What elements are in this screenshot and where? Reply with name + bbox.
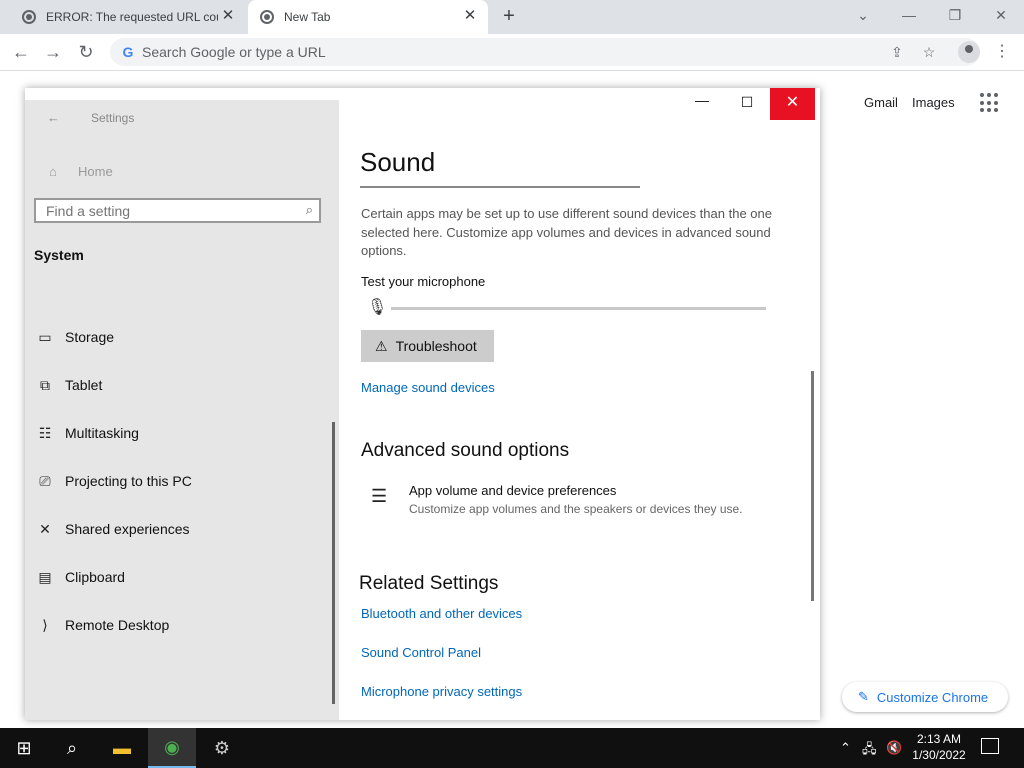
search-icon: ⌕ (305, 202, 313, 217)
gmail-link[interactable]: Gmail (864, 95, 898, 110)
restore-button[interactable]: ❐ (942, 4, 968, 26)
troubleshoot-label: Troubleshoot (395, 338, 477, 354)
sidebar-item-label: Clipboard (65, 569, 125, 585)
advanced-heading: Advanced sound options (361, 440, 570, 461)
manage-sound-devices-link[interactable]: Manage sound devices (361, 380, 495, 395)
chevron-down-icon[interactable]: ⌄ (850, 4, 876, 26)
tab-title: ERROR: The requested URL could (46, 10, 218, 24)
globe-icon (22, 10, 36, 24)
customize-chrome-button[interactable]: ✎ Customize Chrome (842, 682, 1008, 712)
sidebar-item-tablet[interactable]: ⧉ Tablet (34, 373, 102, 397)
close-icon[interactable]: ✕ (220, 8, 236, 24)
notification-icon[interactable] (981, 738, 999, 754)
warning-icon: ⚠ (375, 337, 388, 354)
projecting-icon: ⎚ (39, 472, 51, 489)
volume-muted-icon[interactable]: 🔇 (886, 740, 902, 756)
sidebar-item-label: Remote Desktop (65, 617, 170, 633)
omnibox[interactable]: G Search Google or type a URL ⇪ ☆ (110, 38, 980, 66)
settings-window-title: Settings (91, 111, 135, 125)
chevron-up-icon[interactable]: ⌃ (840, 740, 851, 756)
google-icon: G (122, 44, 134, 60)
sidebar-item-storage[interactable]: ▭ Storage (34, 325, 114, 349)
sidebar-item-label: Shared experiences (65, 521, 190, 537)
customize-label: Customize Chrome (876, 689, 989, 705)
omnibox-placeholder: Search Google or type a URL (142, 44, 326, 60)
settings-window: ← Settings ⌂ Home ⌕ System ▭ Storage ⧉ T… (25, 88, 820, 720)
system-clock[interactable]: 2:13 AM 1/30/2022 (903, 731, 975, 763)
page-title: Sound (360, 147, 436, 177)
app-volume-description: Customize app volumes and the speakers o… (409, 502, 743, 516)
section-heading: System (34, 247, 84, 263)
tablet-icon: ⧉ (40, 376, 50, 393)
star-icon[interactable]: ☆ (920, 43, 938, 61)
profile-avatar[interactable] (958, 41, 980, 63)
new-tab-button[interactable]: + (498, 5, 520, 27)
settings-sidebar: ← Settings ⌂ Home ⌕ System ▭ Storage ⧉ T… (25, 100, 339, 720)
microphone-privacy-link[interactable]: Microphone privacy settings (361, 684, 522, 699)
settings-gear-icon[interactable]: ⚙ (198, 728, 246, 768)
file-explorer-icon[interactable]: ▬ (98, 728, 146, 768)
back-button[interactable]: ← (10, 41, 32, 63)
clock-date: 1/30/2022 (912, 748, 966, 762)
related-heading: Related Settings (359, 573, 499, 594)
troubleshoot-button[interactable]: ⚠ Troubleshoot (361, 330, 494, 362)
window-close-button[interactable]: ✕ (988, 4, 1014, 26)
pencil-icon: ✎ (858, 689, 869, 704)
sidebar-item-shared-experiences[interactable]: ✕ Shared experiences (34, 517, 190, 541)
find-setting-input[interactable] (36, 200, 276, 221)
sidebar-item-label: Projecting to this PC (65, 473, 192, 489)
tab-new-tab[interactable]: New Tab ✕ (248, 0, 488, 34)
mixer-icon[interactable]: ☰ (371, 486, 387, 507)
sidebar-scrollbar[interactable] (332, 422, 335, 704)
images-link[interactable]: Images (912, 95, 955, 110)
sidebar-item-clipboard[interactable]: ▤ Clipboard (34, 565, 125, 589)
reload-button[interactable]: ↻ (75, 41, 97, 63)
sidebar-item-label: Multitasking (65, 425, 139, 441)
remote-desktop-icon: ⟩ (42, 616, 48, 633)
tab-strip: ERROR: The requested URL could ✕ New Tab… (0, 0, 1024, 34)
close-icon[interactable]: ✕ (462, 8, 478, 24)
windows-start-icon[interactable]: ⊞ (0, 728, 48, 768)
tab-error[interactable]: ERROR: The requested URL could ✕ (10, 0, 246, 34)
content-scrollbar[interactable] (811, 371, 814, 601)
network-icon[interactable]: 🖧 (862, 740, 877, 762)
find-setting-field[interactable]: ⌕ (34, 198, 321, 223)
home-link[interactable]: Home (78, 164, 113, 179)
browser-toolbar: ← → ↻ G Search Google or type a URL ⇪ ☆ … (0, 34, 1024, 71)
storage-icon: ▭ (38, 328, 52, 345)
clipboard-icon: ▤ (38, 568, 52, 585)
settings-maximize-button[interactable]: ☐ (735, 92, 759, 124)
multitasking-icon: ☷ (38, 424, 52, 441)
back-arrow-icon[interactable]: ← (47, 110, 60, 125)
forward-button[interactable]: → (42, 41, 64, 63)
share-icon[interactable]: ⇪ (888, 43, 906, 61)
home-icon[interactable]: ⌂ (49, 164, 57, 179)
mic-test-label: Test your microphone (361, 274, 486, 289)
settings-close-button[interactable]: ✕ (770, 88, 815, 120)
sidebar-item-label: Storage (65, 329, 115, 345)
microphone-icon: 🎙 (367, 299, 388, 316)
tab-title: New Tab (284, 10, 331, 24)
settings-minimize-button[interactable]: — (690, 90, 714, 122)
sidebar-item-remote-desktop[interactable]: ⟩ Remote Desktop (34, 613, 169, 637)
sidebar-item-multitasking[interactable]: ☷ Multitasking (34, 421, 139, 445)
minimize-button[interactable]: — (896, 4, 922, 26)
title-divider (360, 186, 640, 188)
sidebar-item-label: Tablet (65, 377, 103, 393)
taskbar: ⊞ ⌕ ▬ ◉ ⚙ ⌃ 🖧 🔇 2:13 AM 1/30/2022 (0, 728, 1024, 768)
kebab-menu-icon[interactable]: ⋮ (992, 41, 1012, 63)
apps-grid-icon[interactable] (980, 93, 1000, 113)
shared-experiences-icon: ✕ (39, 520, 51, 537)
app-volume-link[interactable]: App volume and device preferences (409, 483, 616, 498)
search-icon[interactable]: ⌕ (48, 728, 96, 768)
sound-control-panel-link[interactable]: Sound Control Panel (361, 645, 481, 660)
clock-time: 2:13 AM (916, 732, 962, 746)
chrome-icon (260, 10, 274, 24)
chrome-taskbar-icon[interactable]: ◉ (148, 728, 196, 768)
bluetooth-link[interactable]: Bluetooth and other devices (361, 606, 522, 621)
sound-description: Certain apps may be set up to use differ… (361, 206, 772, 258)
mic-level-meter (391, 307, 766, 310)
settings-content: Sound Certain apps may be set up to use … (339, 100, 820, 720)
sidebar-item-projecting[interactable]: ⎚ Projecting to this PC (34, 469, 192, 493)
